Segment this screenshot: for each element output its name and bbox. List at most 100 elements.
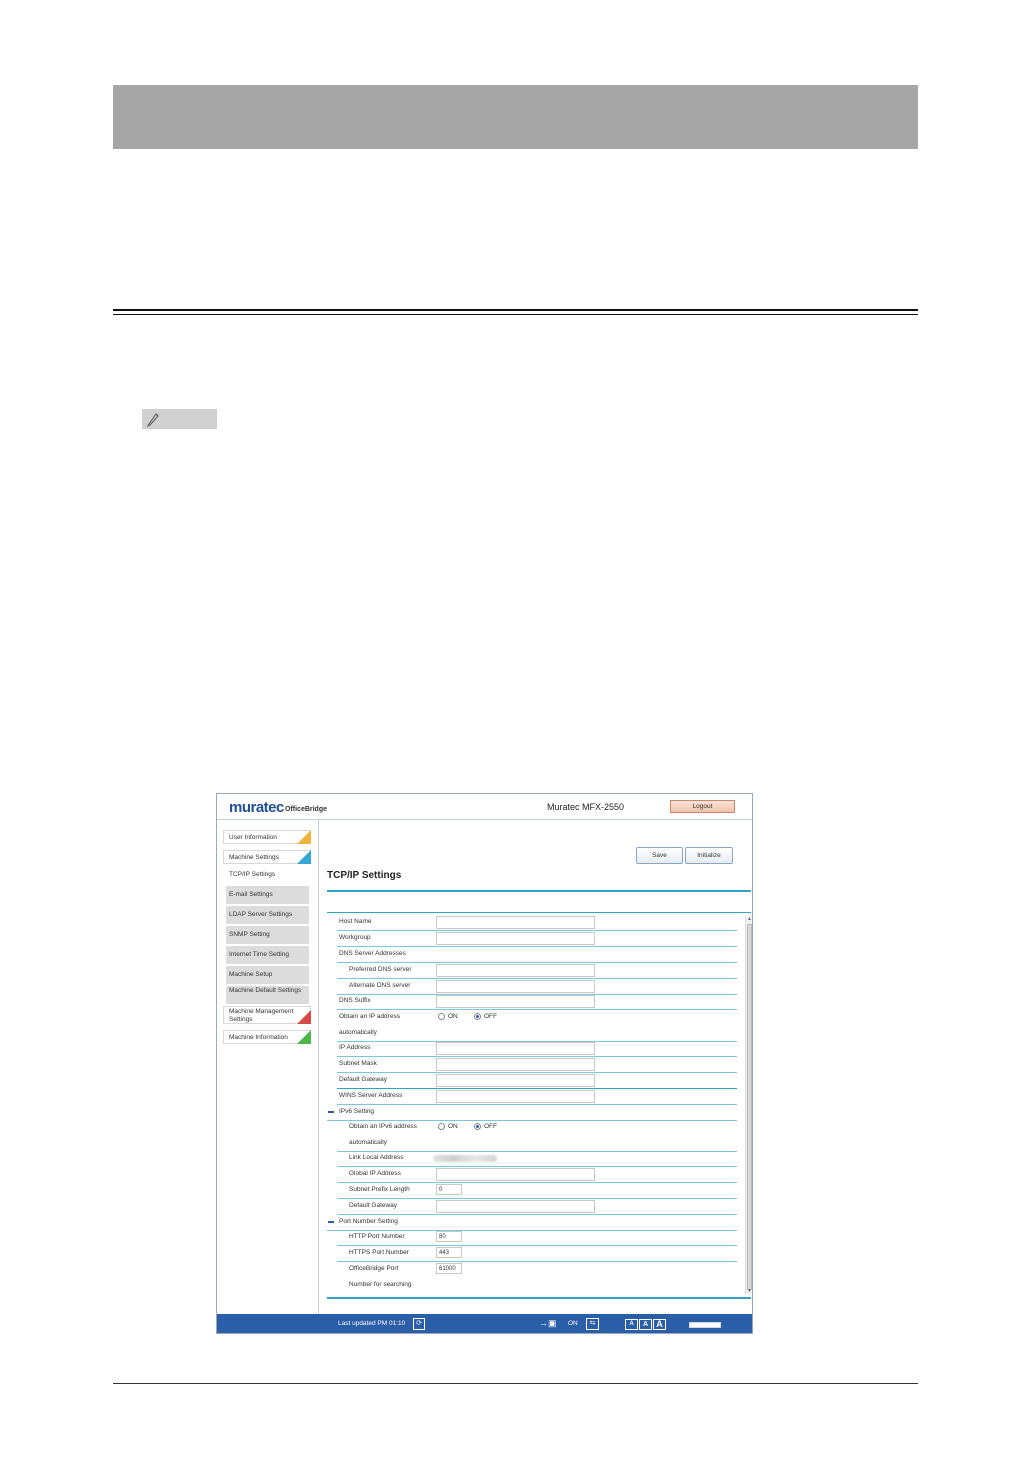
scroll-thumb[interactable] — [747, 924, 752, 1290]
field-label: Link Local Address — [349, 1154, 404, 1161]
obtain-ip-off-radio[interactable]: OFF — [474, 1013, 497, 1020]
corner-tab-icon — [297, 1010, 311, 1024]
host-name-input[interactable] — [436, 916, 595, 929]
obtain-ipv6-on-radio[interactable]: ON — [438, 1123, 458, 1130]
form-top-divider — [327, 912, 751, 913]
swap-icon[interactable]: ⇆ — [586, 1318, 599, 1330]
last-updated-text: Last updated PM 01:10 — [338, 1320, 406, 1327]
web-ui-screenshot: muratec OfficeBridge Muratec MFX-2550 Lo… — [216, 793, 753, 1334]
top-bar: muratec OfficeBridge Muratec MFX-2550 Lo… — [217, 794, 752, 820]
form-row-default-gateway-v6: Default Gateway — [337, 1199, 737, 1215]
radio-label: ON — [448, 1013, 458, 1021]
sidebar-item-email[interactable]: E-mail Settings — [226, 886, 309, 904]
scroll-up-icon[interactable]: ▲ — [746, 916, 752, 922]
collapse-icon[interactable] — [328, 1221, 334, 1223]
sidebar-item-machine-settings[interactable]: Machine Settings — [223, 850, 311, 864]
sidebar-item-machine-management[interactable]: Machine Management Settings — [223, 1006, 311, 1024]
connection-icon: →▣ — [539, 1318, 557, 1328]
logout-button[interactable]: Logout — [670, 800, 735, 813]
field-label: Subnet Prefix Length — [349, 1186, 410, 1193]
wins-server-input[interactable] — [436, 1090, 595, 1103]
form-row-http-port: HTTP Port Number 80 — [337, 1230, 737, 1246]
initialize-button[interactable]: Initialize — [685, 847, 733, 864]
connection-state: ON — [568, 1320, 578, 1327]
obtain-ip-on-radio[interactable]: ON — [438, 1013, 458, 1020]
radio-label: ON — [448, 1123, 458, 1131]
default-gateway-input[interactable] — [436, 1074, 595, 1087]
status-bar: Last updated PM 01:10 ⟳ →▣ ON ⇆ A A A — [217, 1314, 752, 1333]
field-label-cont: automatically — [339, 1029, 377, 1036]
field-label: HTTP Port Number — [349, 1233, 405, 1240]
page-title: TCP/IP Settings — [327, 870, 402, 881]
sidebar-item-label: Machine Settings — [229, 854, 279, 861]
field-label: Alternate DNS server — [349, 982, 411, 989]
field-label: Subnet Mask — [339, 1060, 377, 1067]
sidebar-item-label: User Information — [229, 834, 278, 841]
form-bottom-divider — [327, 1297, 751, 1299]
title-divider — [327, 890, 751, 892]
officebridge-port-input[interactable]: 61000 — [436, 1263, 462, 1274]
font-size-large-button[interactable]: A — [653, 1319, 666, 1330]
corner-tab-icon — [297, 850, 311, 864]
refresh-icon[interactable]: ⟳ — [413, 1318, 425, 1330]
radio-icon — [438, 1013, 445, 1020]
section-rule-thin — [113, 314, 918, 315]
subnet-prefix-input[interactable]: 0 — [436, 1184, 462, 1195]
sidebar-item-machine-default[interactable]: Machine Default Settings — [226, 986, 309, 1004]
sidebar-item-user-information[interactable]: User Information — [223, 830, 311, 844]
main-content: Save Initialize TCP/IP Settings ▲ ▼ Host… — [319, 820, 752, 1314]
corner-tab-icon — [297, 1030, 311, 1044]
scrollbar[interactable]: ▲ ▼ — [745, 916, 752, 1294]
form-row-default-gateway: Default Gateway — [337, 1073, 737, 1089]
field-label: DNS Suffix — [339, 997, 371, 1004]
obtain-ipv6-off-radio[interactable]: OFF — [474, 1123, 497, 1130]
note-pencil-icon — [146, 413, 159, 427]
radio-label: OFF — [484, 1123, 497, 1131]
form-row-dns-server-addresses: DNS Server Addresses — [337, 947, 737, 963]
section-ipv6-setting[interactable]: IPv6 Setting — [327, 1105, 737, 1121]
zoom-bar[interactable] — [689, 1322, 721, 1328]
dns-suffix-input[interactable] — [436, 995, 595, 1008]
default-gateway-v6-input[interactable] — [436, 1200, 595, 1213]
field-label: HTTPS Port Number — [349, 1249, 409, 1256]
preferred-dns-input[interactable] — [436, 964, 595, 977]
collapse-icon[interactable] — [328, 1111, 334, 1113]
global-ip-input[interactable] — [436, 1168, 595, 1181]
subnet-mask-input[interactable] — [436, 1058, 595, 1071]
field-label: Preferred DNS server — [349, 966, 412, 973]
blurred-address — [433, 1155, 497, 1162]
section-port-number[interactable]: Port Number Setting — [327, 1215, 737, 1231]
section-label: IPv6 Setting — [339, 1108, 375, 1115]
radio-selected-icon — [474, 1013, 481, 1020]
sidebar-item-ldap[interactable]: LDAP Server Settings — [226, 906, 309, 924]
chapter-header-band — [113, 85, 918, 149]
field-label: Obtain an IP address — [339, 1013, 400, 1020]
ip-address-input[interactable] — [436, 1042, 595, 1055]
sidebar-item-internet-time[interactable]: Internet Time Setting — [226, 946, 309, 964]
note-label-box — [142, 409, 217, 429]
corner-tab-icon — [297, 830, 311, 844]
field-label: DNS Server Addresses — [339, 950, 406, 957]
alternate-dns-input[interactable] — [436, 980, 595, 993]
model-name: Muratec MFX-2550 — [547, 802, 625, 812]
font-size-medium-button[interactable]: A — [639, 1319, 652, 1330]
sidebar-item-machine-setup[interactable]: Machine Setup — [226, 966, 309, 984]
field-label: Host Name — [339, 918, 372, 925]
https-port-input[interactable]: 443 — [436, 1247, 462, 1258]
sidebar-item-machine-information[interactable]: Machine Information — [223, 1030, 311, 1044]
field-label: WINS Server Address — [339, 1092, 403, 1099]
scroll-down-icon[interactable]: ▼ — [746, 1288, 752, 1294]
sidebar-item-snmp[interactable]: SNMP Setting — [226, 926, 309, 944]
http-port-input[interactable]: 80 — [436, 1231, 462, 1242]
field-label: Default Gateway — [339, 1076, 388, 1083]
workgroup-input[interactable] — [436, 932, 595, 945]
save-button[interactable]: Save — [636, 847, 683, 864]
field-label: Obtain an IPv6 address — [349, 1123, 417, 1130]
form-row-https-port: HTTPS Port Number 443 — [337, 1246, 737, 1262]
form-row-global-ip: Global IP Address — [337, 1167, 737, 1183]
font-size-small-button[interactable]: A — [625, 1319, 638, 1330]
sidebar-item-tcpip[interactable]: TCP/IP Settings — [226, 866, 309, 884]
field-label: Default Gateway — [349, 1202, 398, 1209]
field-label-cont: automatically — [349, 1139, 387, 1146]
form-row-obtain-ipv6: Obtain an IPv6 address automatically ON … — [337, 1120, 737, 1152]
